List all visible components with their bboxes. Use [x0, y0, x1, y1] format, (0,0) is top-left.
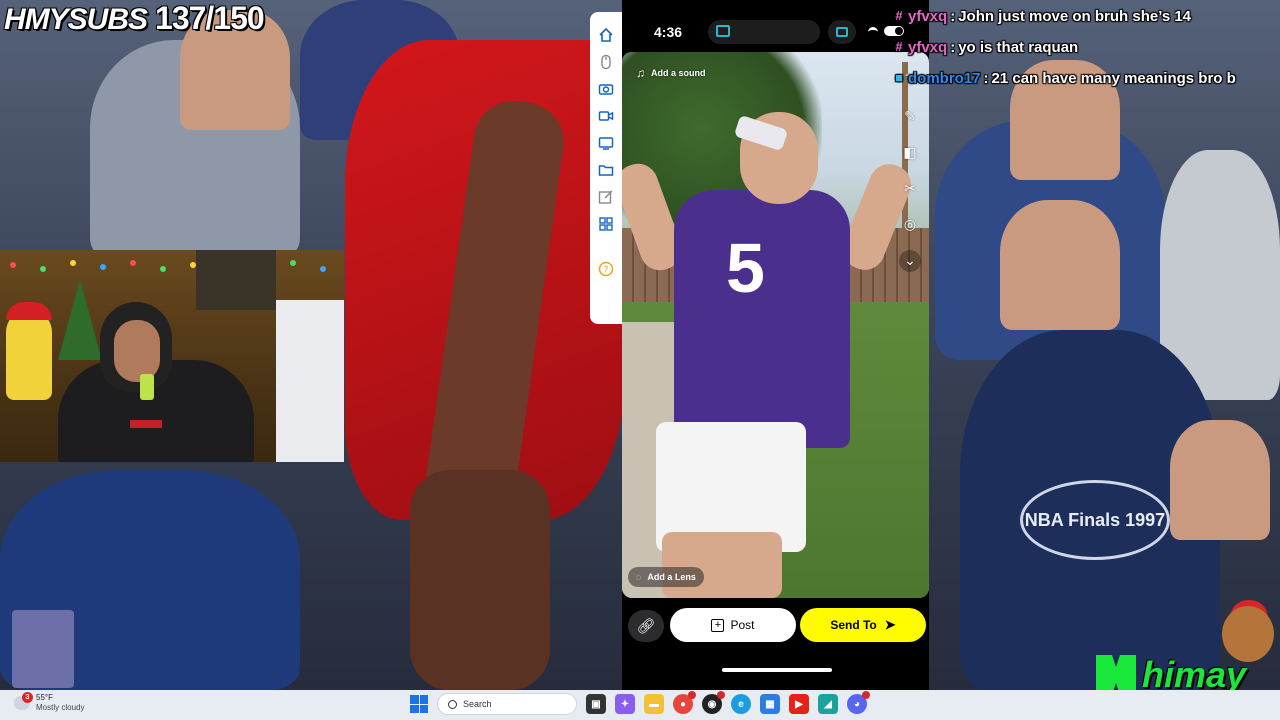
chevron-down-icon[interactable]: ⌄ — [899, 250, 921, 272]
minion-plush — [6, 310, 52, 400]
link-button[interactable]: 🔗︎ — [628, 610, 664, 642]
search-placeholder: Search — [463, 699, 492, 709]
link-icon: 🔗︎ — [636, 617, 656, 635]
post-label: Post — [730, 618, 755, 632]
youtube-icon[interactable]: ▶ — [789, 694, 809, 714]
video-icon[interactable] — [597, 107, 615, 125]
cube-icon: ■ — [895, 70, 903, 85]
brand-mark-icon — [1096, 655, 1136, 695]
game-badge — [12, 610, 74, 688]
edge-icon[interactable]: e — [731, 694, 751, 714]
christmas-tree — [58, 280, 102, 360]
app-icon[interactable]: ◢ — [818, 694, 838, 714]
sticker-tool-icon[interactable]: ◧ — [899, 142, 921, 164]
chat-username: yfvxq — [908, 38, 948, 56]
folder-share-icon[interactable] — [597, 161, 615, 179]
snap-preview: 5 ♫ Add a sound T ✎ ◧ ✂ ◎ ⌄ ◌ Add a Lens — [622, 52, 929, 598]
mini-fridge — [276, 300, 344, 462]
webcam-feed — [0, 250, 344, 462]
add-lens-label: Add a Lens — [647, 572, 696, 582]
crowd-face — [1000, 200, 1120, 330]
store-icon[interactable]: ▦ — [760, 694, 780, 714]
santa-hat — [6, 302, 52, 320]
camera-tool-icon[interactable]: ◎ — [899, 214, 921, 236]
edit-icon[interactable] — [597, 188, 615, 206]
chat-text: yo is that raquan — [958, 38, 1079, 56]
weather-condition: Mostly cloudy — [36, 703, 85, 712]
phone-screen-mirror: 4:36 5 ♫ Add a sound T ✎ ◧ ✂ ◎ ⌄ ◌ Add a… — [622, 0, 929, 690]
snap-action-bar: 🔗︎ + Post Send To ➤ — [622, 598, 929, 690]
start-button[interactable] — [410, 695, 428, 713]
window-pill[interactable] — [828, 20, 856, 44]
chat-message: ■ dombro17: 21 can have many meanings br… — [893, 66, 1280, 90]
sub-goal-label: HMYSUBS — [4, 3, 148, 36]
person-legs — [662, 532, 782, 598]
lens-icon: ◌ — [636, 572, 642, 582]
send-to-button[interactable]: Send To ➤ — [800, 608, 926, 642]
sub-goal-count: 137/150 — [155, 0, 265, 36]
add-sound-label: Add a sound — [651, 68, 706, 78]
post-button[interactable]: + Post — [670, 608, 796, 642]
discord-icon[interactable]: ◕ — [847, 691, 870, 714]
phone-status-bar: 4:36 — [622, 0, 929, 52]
file-explorer-icon[interactable]: ▬ — [644, 694, 664, 714]
chat-message: # yfvxq: yo is that raquan — [893, 35, 1280, 59]
obs-icon[interactable]: ◉ — [702, 691, 725, 714]
crowd-face — [1170, 420, 1270, 540]
chat-username: yfvxq — [908, 7, 948, 25]
cloud-icon: 3 — [14, 692, 33, 710]
wifi-icon — [868, 27, 878, 35]
weather-temperature: 55°F — [36, 693, 53, 702]
help-icon[interactable]: ? — [597, 260, 615, 278]
nba-finals-logo: NBA Finals 1997 — [1020, 480, 1170, 560]
screen-icon — [716, 25, 730, 37]
mouse-icon[interactable] — [597, 53, 615, 71]
window-icon — [836, 27, 848, 37]
notification-badge: 3 — [22, 692, 33, 703]
drink-can — [140, 374, 154, 400]
wall-shelf — [196, 250, 276, 310]
search-icon — [448, 699, 457, 709]
plus-icon: + — [711, 618, 725, 632]
home-indicator[interactable] — [722, 668, 832, 672]
status-time: 4:36 — [654, 24, 683, 40]
home-icon[interactable] — [597, 26, 615, 44]
chat-text: John just move on bruh she’s 14 — [958, 7, 1192, 25]
send-arrow-icon: ➤ — [884, 617, 896, 632]
windows-taskbar: 3 55°F Mostly cloudy Search ▣ ✦ ▬ ● ◉ e … — [0, 690, 1280, 720]
taskbar-apps: Search ▣ ✦ ▬ ● ◉ e ▦ ▶ ◢ ◕ — [410, 691, 870, 715]
chrome-icon[interactable]: ● — [673, 691, 696, 714]
taskbar-search[interactable]: Search — [437, 693, 577, 715]
sub-goal-counter: HMYSUBS 137/150 — [4, 0, 265, 36]
hashtag-icon: # — [895, 39, 903, 54]
add-lens-button[interactable]: ◌ Add a Lens — [628, 567, 704, 587]
christmas-lights — [0, 254, 344, 278]
hashtag-icon: # — [895, 8, 903, 23]
task-view-icon[interactable]: ▣ — [586, 694, 606, 714]
screen-share-pill[interactable] — [708, 20, 820, 44]
apps-icon[interactable] — [597, 215, 615, 233]
send-label: Send To — [830, 618, 877, 632]
pen-tool-icon[interactable]: ✎ — [899, 106, 921, 128]
cast-icon[interactable] — [597, 134, 615, 152]
chat-text: 21 can have many meanings bro b — [991, 69, 1236, 87]
jersey-number: 5 — [726, 229, 765, 307]
weather-widget[interactable]: 3 55°F Mostly cloudy — [14, 692, 85, 713]
svg-text:?: ? — [604, 266, 609, 276]
copilot-icon[interactable]: ✦ — [615, 694, 635, 714]
chat-username: dombro17 — [908, 69, 981, 87]
bulls-player-leg — [410, 470, 550, 690]
scissors-tool-icon[interactable]: ✂ — [899, 178, 921, 200]
snap-edit-tools: T ✎ ◧ ✂ ◎ ⌄ — [899, 70, 921, 272]
music-note-icon: ♫ — [636, 66, 645, 80]
chat-overlay: # yfvxq: John just move on bruh she’s 14… — [893, 4, 1280, 90]
hoodie-logo — [130, 420, 162, 428]
browser-side-toolbar: ? — [590, 12, 622, 324]
chat-message: # yfvxq: John just move on bruh she’s 14 — [893, 4, 1280, 28]
camera-icon[interactable] — [597, 80, 615, 98]
add-sound-button[interactable]: ♫ Add a sound — [636, 66, 706, 80]
streamer-face — [114, 320, 160, 382]
